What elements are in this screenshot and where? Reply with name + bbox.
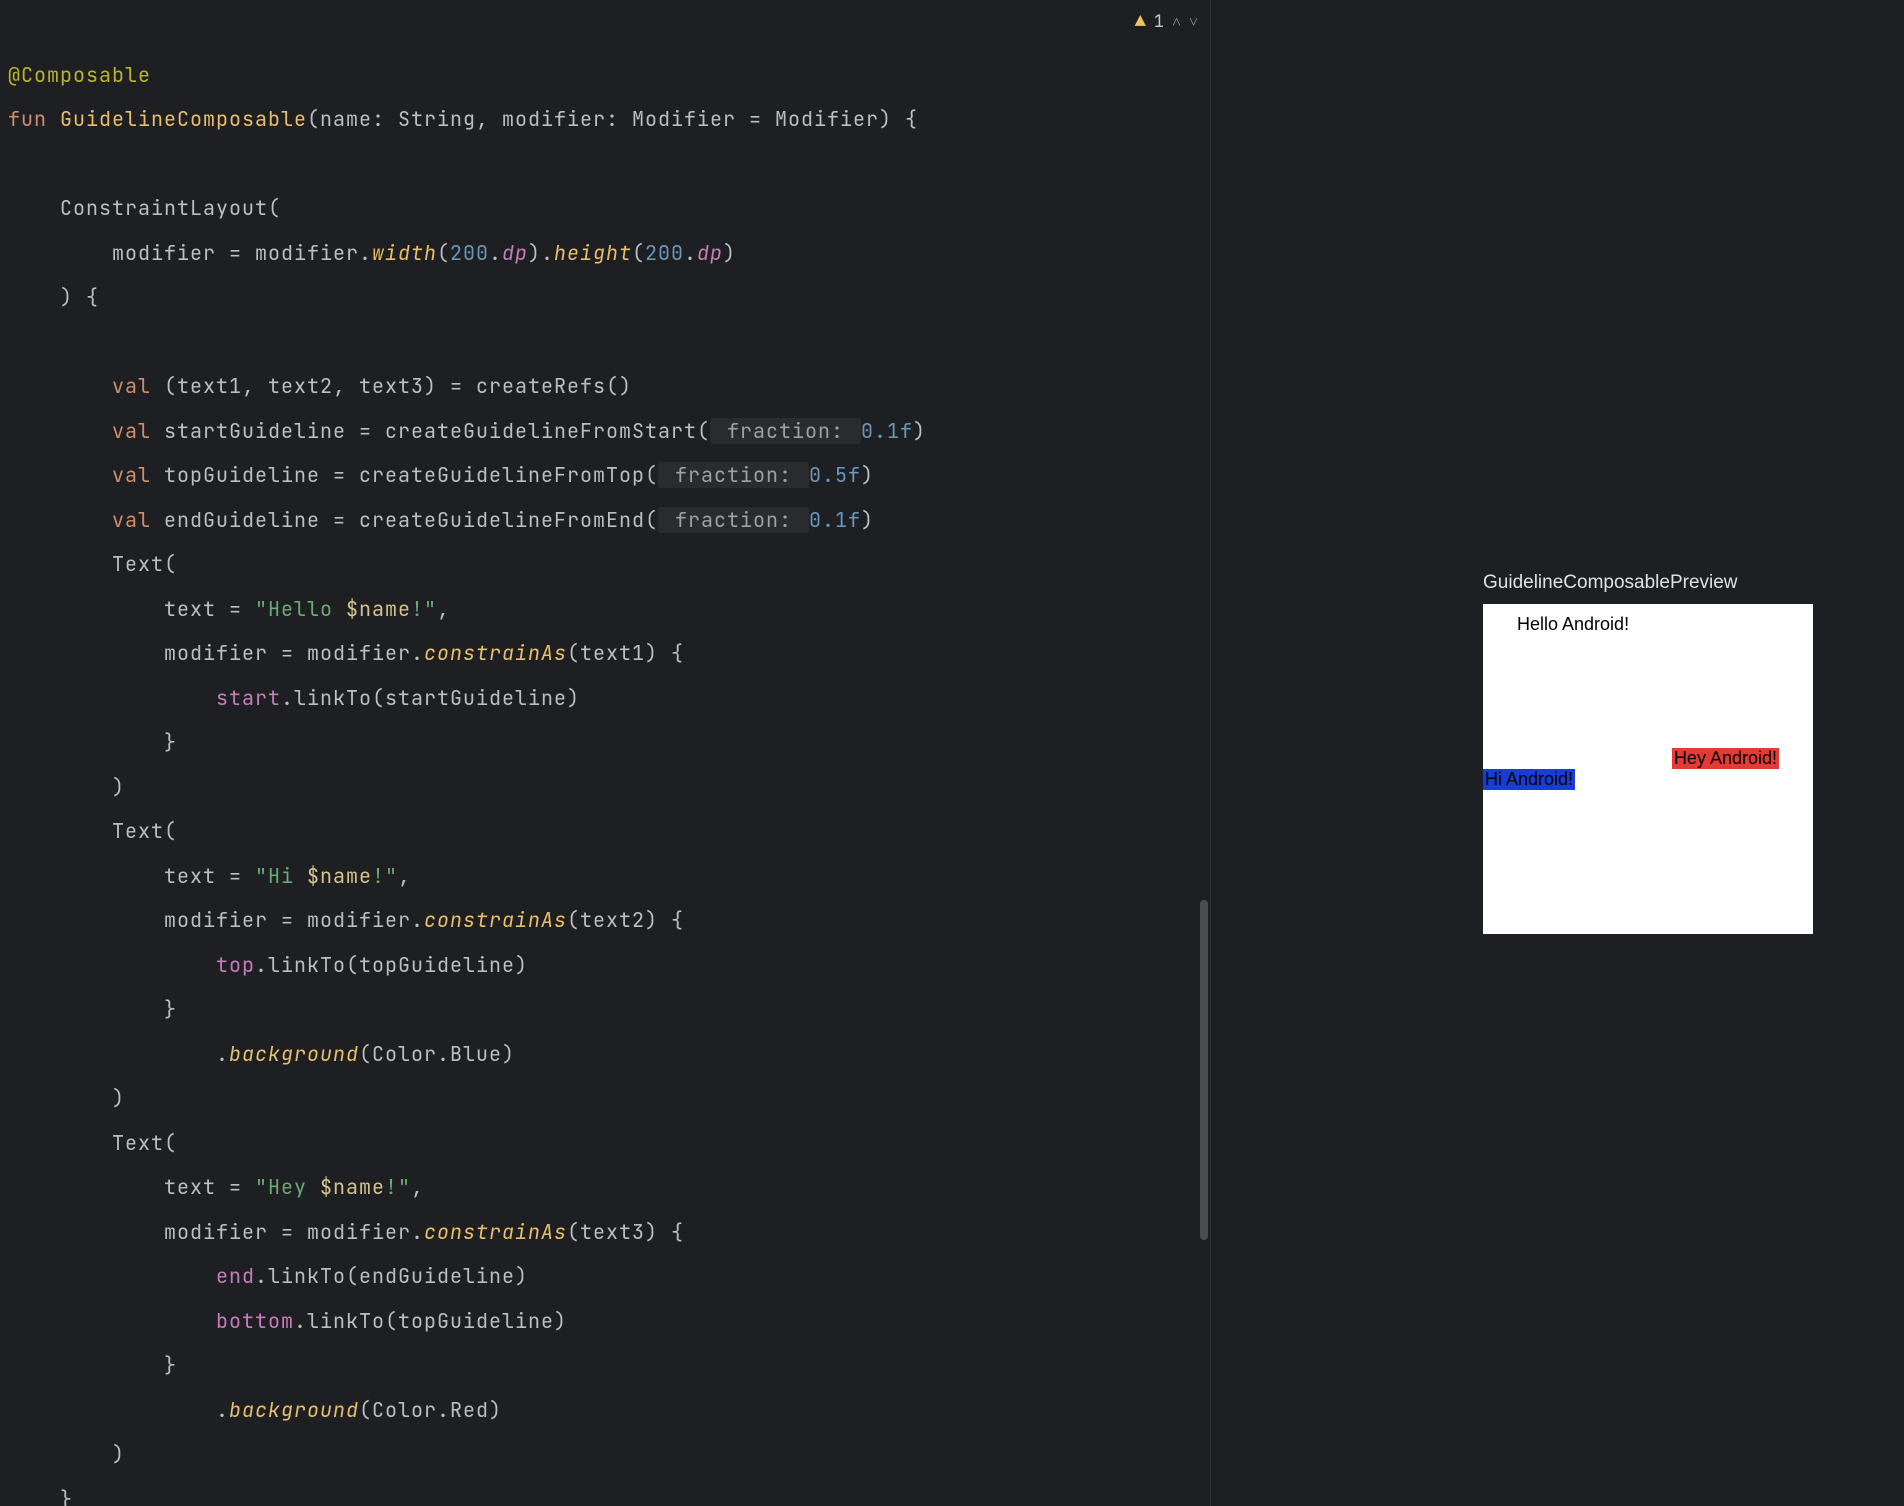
kw-fun: fun: [8, 106, 47, 132]
code-line: ): [8, 1441, 125, 1467]
ext-fn: constrainAs: [424, 1219, 567, 1245]
compose-preview-pane[interactable]: GuidelineComposablePreview Hello Android…: [1210, 0, 1904, 1506]
ext-fn: constrainAs: [424, 640, 567, 666]
parameter-hint: fraction:: [710, 418, 861, 444]
code-line: Text(: [8, 551, 177, 577]
code-line: }: [8, 1486, 73, 1506]
code-line: ) {: [8, 284, 99, 310]
preview-label: GuidelineComposablePreview: [1483, 572, 1738, 594]
fn-name: GuidelineComposable: [60, 106, 307, 132]
preview-text-hello: Hello Android!: [1517, 614, 1629, 635]
preview-canvas[interactable]: Hello Android! Hey Android! Hi Android!: [1483, 604, 1813, 934]
preview-text-hey: Hey Android!: [1672, 748, 1779, 769]
ext-fn: background: [229, 1041, 359, 1067]
ext-fn: background: [229, 1397, 359, 1423]
prev-highlight-icon[interactable]: ˄: [1172, 11, 1181, 32]
fn-sig: (name: String, modifier: Modifier = Modi…: [307, 106, 918, 132]
parameter-hint: fraction:: [658, 462, 809, 488]
code-line: }: [8, 1352, 177, 1378]
code-line: }: [8, 996, 177, 1022]
code-line: Text(: [8, 818, 177, 844]
editor-gutter: [0, 0, 10, 1506]
code-area[interactable]: @Composable fun GuidelineComposable(name…: [0, 0, 1210, 1506]
code-line: }: [8, 729, 177, 755]
inspection-widget[interactable]: ▲ 1 ˄ ˅: [1135, 10, 1198, 33]
code-line: modifier = modifier.: [8, 240, 372, 266]
scrollbar-thumb[interactable]: [1200, 900, 1208, 1240]
code-line: ConstraintLayout(: [8, 195, 281, 221]
vertical-scrollbar[interactable]: [1198, 0, 1210, 1506]
annotation: @Composable: [8, 62, 151, 88]
preview-text-hi: Hi Android!: [1483, 769, 1575, 790]
code-line: ): [8, 1085, 125, 1111]
ext-fn: constrainAs: [424, 907, 567, 933]
ext-fn: width: [372, 240, 437, 266]
ext-fn: height: [554, 240, 632, 266]
code-line: Text(: [8, 1130, 177, 1156]
next-highlight-icon[interactable]: ˅: [1189, 11, 1198, 32]
code-line: ): [8, 774, 125, 800]
parameter-hint: fraction:: [658, 507, 809, 533]
code-editor[interactable]: ▲ 1 ˄ ˅ @Composable fun GuidelineComposa…: [0, 0, 1210, 1506]
warning-count: 1: [1154, 11, 1164, 33]
warning-icon: ▲: [1135, 10, 1146, 33]
